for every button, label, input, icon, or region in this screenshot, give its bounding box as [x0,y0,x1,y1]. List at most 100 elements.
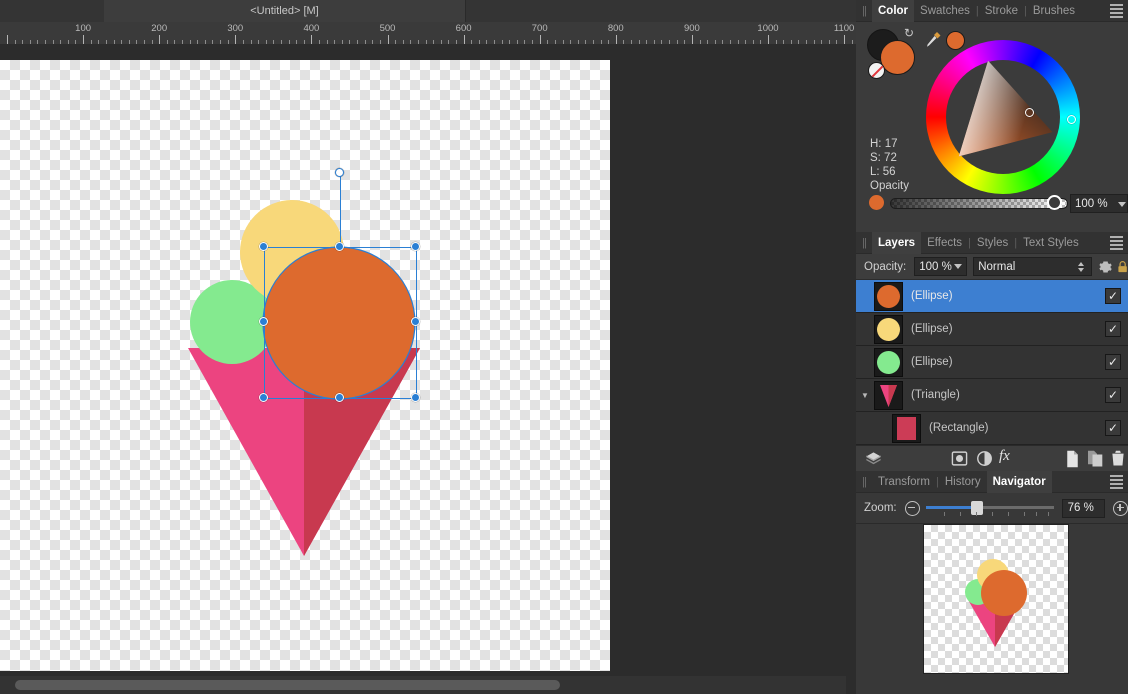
navigator-panel-tabbar: || Transform | History Navigator [856,471,1128,493]
tab-text-styles[interactable]: Text Styles [1017,232,1085,254]
layer-row[interactable]: (Ellipse) ✓ [856,280,1128,313]
fx-icon[interactable]: fx [999,448,1010,465]
handle-top-right[interactable] [411,242,420,251]
blend-mode-value: Normal [978,261,1015,273]
navigator-thumbnail [924,525,1068,673]
opacity-dropdown-caret-icon[interactable] [1118,202,1126,207]
tab-swatches[interactable]: Swatches [914,0,976,22]
sl-marker[interactable] [1025,108,1034,117]
blend-mode-select[interactable]: Normal [973,257,1091,276]
layer-thumbnail[interactable] [874,315,903,344]
layer-name: (Triangle) [911,389,960,401]
layer-toolbar: fx [856,445,1128,471]
layer-opacity-field[interactable]: 100 % [914,257,967,276]
layer-row[interactable]: ▼ (Triangle) ✓ [856,379,1128,412]
layers-panel-menu-icon[interactable] [1110,236,1123,249]
horizontal-scrollbar-thumb[interactable] [15,680,560,690]
ruler-label: 200 [151,23,167,34]
ruler-label: 900 [684,23,700,34]
layer-list[interactable]: (Ellipse)✓(Ellipse)✓(Ellipse)✓▼(Triangle… [856,280,1128,445]
layer-thumbnail[interactable] [892,414,921,443]
image-editor-window: <Untitled> [M] 1002003004005006007008009… [0,0,1128,694]
layer-visibility-checkbox[interactable]: ✓ [1105,420,1121,436]
handle-middle-right[interactable] [411,317,420,326]
tab-navigator[interactable]: Navigator [987,471,1052,493]
color-wheel[interactable] [926,40,1080,194]
new-layer-icon[interactable] [1065,450,1080,468]
panel-grip-icon[interactable]: || [856,5,872,17]
horizontal-ruler[interactable]: 10020030040050060070080090010001100 [0,22,856,44]
title-bar: <Untitled> [M] [0,0,856,22]
handle-middle-left[interactable] [259,317,268,326]
opacity-slider-handle[interactable] [1047,195,1062,210]
tab-transform[interactable]: Transform [872,471,936,493]
handle-top-center[interactable] [335,242,344,251]
handle-bottom-center[interactable] [335,393,344,402]
layer-opacity-label: Opacity: [864,261,906,273]
handle-top-left[interactable] [259,242,268,251]
tab-brushes[interactable]: Brushes [1027,0,1081,22]
gear-icon[interactable] [1099,260,1112,274]
layer-opacity-value: 100 % [919,261,952,273]
delete-layer-icon[interactable] [1111,450,1125,467]
opacity-label: Opacity [870,180,909,192]
zoom-slider[interactable] [926,500,1054,516]
navigator-artwork [924,525,1068,673]
color-panel-tabbar: || Color Swatches | Stroke | Brushes [856,0,1128,22]
layer-disclosure-icon[interactable]: ▼ [856,391,874,400]
tab-stroke[interactable]: Stroke [979,0,1024,22]
layer-opacity-caret-icon[interactable] [954,264,962,269]
tab-effects[interactable]: Effects [921,232,968,254]
blend-mode-spinner-icon[interactable] [1078,262,1087,272]
zoom-label: Zoom: [864,502,897,514]
tab-styles[interactable]: Styles [971,232,1014,254]
no-color-swatch[interactable] [868,62,885,79]
navigator-panel-menu-icon[interactable] [1110,475,1123,488]
layer-visibility-checkbox[interactable]: ✓ [1105,288,1121,304]
tab-layers[interactable]: Layers [872,232,921,254]
panel-grip-icon[interactable]: || [856,476,872,488]
color-panel-menu-icon[interactable] [1110,4,1123,17]
layer-thumbnail[interactable] [874,282,903,311]
opacity-slider[interactable] [890,198,1068,209]
tab-color[interactable]: Color [872,0,914,22]
handle-bottom-right[interactable] [411,393,420,402]
swap-colors-icon[interactable]: ↻ [904,26,918,38]
right-panel-dock: || Color Swatches | Stroke | Brushes ↻ [856,0,1128,694]
plus-circle-icon[interactable] [1113,501,1128,516]
canvas[interactable] [0,60,610,671]
eyedropper-icon[interactable] [924,30,942,50]
layer-row[interactable]: (Rectangle)✓ [856,412,1128,445]
lock-icon[interactable] [1117,260,1128,274]
document-tab[interactable]: <Untitled> [M] [104,0,466,22]
layer-thumbnail[interactable] [874,348,903,377]
zoom-value-field[interactable]: 76 % [1062,499,1105,518]
layers-stack-icon[interactable] [864,450,883,469]
color-panel: ↻ H: 17 S: 72 L: 56 Opacity [856,22,1128,232]
current-color-swatch[interactable] [946,31,965,50]
layer-thumbnail[interactable] [874,381,903,410]
panel-grip-icon[interactable]: || [856,237,872,249]
layer-name: (Ellipse) [911,290,953,302]
navigator-preview[interactable] [923,524,1069,674]
ruler-label: 1100 [834,23,854,34]
minus-circle-icon[interactable] [905,501,920,516]
duplicate-layer-icon[interactable] [1087,450,1104,468]
handle-bottom-left[interactable] [259,393,268,402]
tab-history[interactable]: History [939,471,987,493]
ruler-label: 1000 [757,23,778,34]
fill-color-swatch[interactable] [880,40,915,75]
ruler-label: 800 [608,23,624,34]
layer-visibility-checkbox[interactable]: ✓ [1105,387,1121,403]
rotation-handle[interactable] [335,168,344,177]
mask-icon[interactable] [951,450,968,467]
adjustment-icon[interactable] [976,450,993,467]
artwork-ice-cream-cone [0,60,610,671]
ruler-label: 100 [75,23,91,34]
layer-row[interactable]: (Ellipse)✓ [856,346,1128,379]
opacity-value-text: 100 % [1075,198,1108,210]
layer-row[interactable]: (Ellipse)✓ [856,313,1128,346]
hue-marker[interactable] [1067,115,1076,124]
layer-visibility-checkbox[interactable]: ✓ [1105,321,1121,337]
layer-visibility-checkbox[interactable]: ✓ [1105,354,1121,370]
